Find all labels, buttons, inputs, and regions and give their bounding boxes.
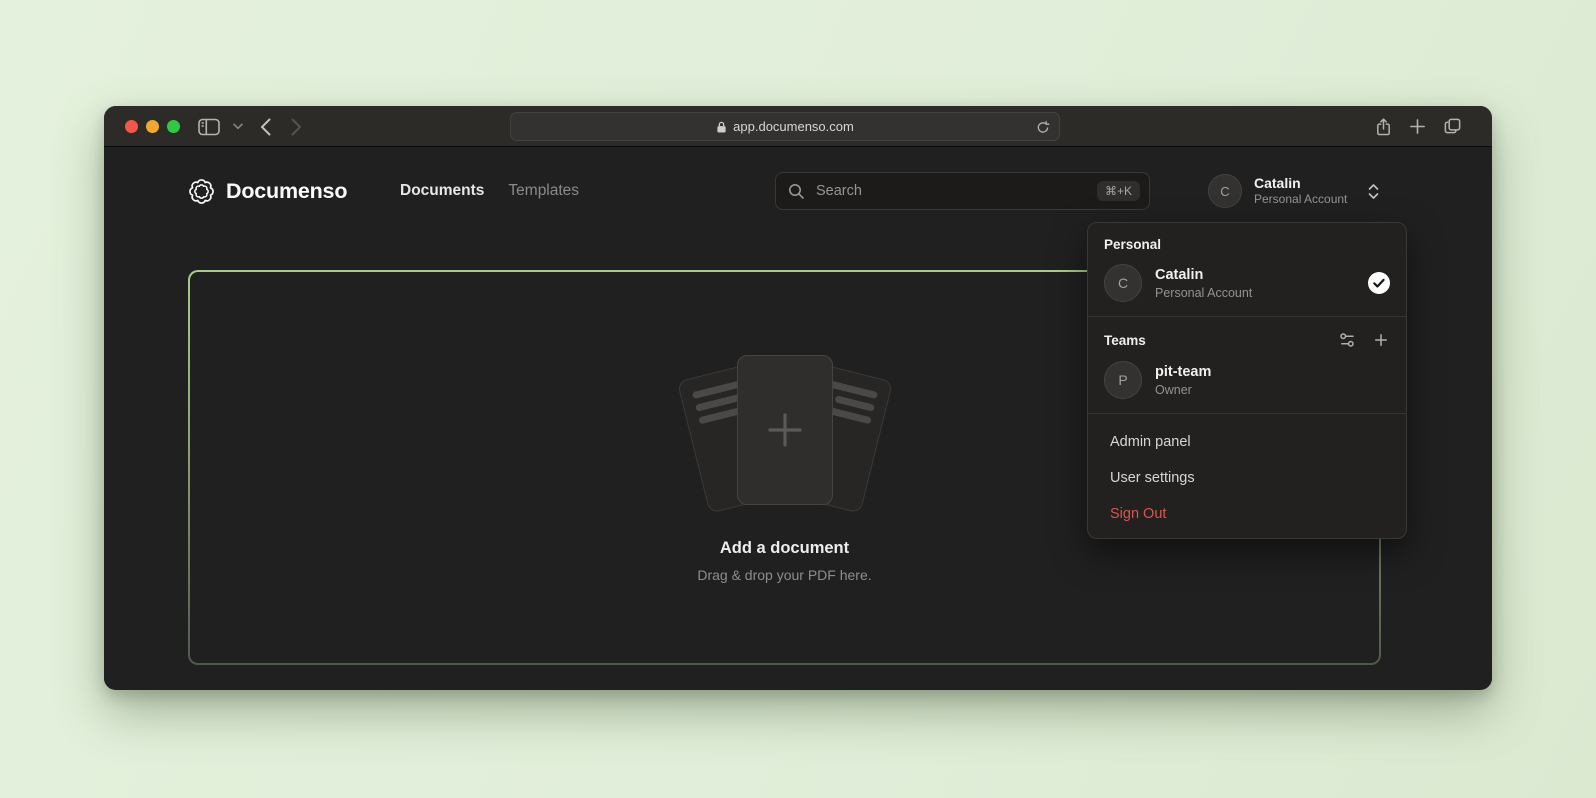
plus-icon xyxy=(762,407,808,453)
main-nav: Documents Templates xyxy=(400,147,579,235)
personal-account-name: Catalin xyxy=(1155,266,1252,284)
refresh-icon[interactable] xyxy=(1036,120,1050,135)
brand-name: Documenso xyxy=(226,179,347,204)
menu-item-user-settings[interactable]: User settings xyxy=(1088,460,1406,496)
documenso-logo-icon xyxy=(188,178,215,205)
team-role: Owner xyxy=(1155,382,1211,398)
tab-group-chevron-icon[interactable] xyxy=(233,123,243,130)
back-button-icon[interactable] xyxy=(260,118,271,136)
team-name: pit-team xyxy=(1155,363,1211,381)
dropzone-subtitle: Drag & drop your PDF here. xyxy=(697,567,871,583)
new-tab-icon[interactable] xyxy=(1409,118,1426,135)
share-icon[interactable] xyxy=(1375,117,1392,137)
lock-icon xyxy=(716,120,727,134)
document-cards-illustration xyxy=(660,353,910,515)
account-avatar: C xyxy=(1208,174,1242,208)
team-avatar: P xyxy=(1104,361,1142,399)
menu-item-admin-panel[interactable]: Admin panel xyxy=(1088,424,1406,460)
url-text: app.documenso.com xyxy=(733,119,854,134)
account-name: Catalin xyxy=(1254,175,1347,192)
search-icon xyxy=(788,183,805,200)
create-team-icon[interactable] xyxy=(1372,331,1390,349)
window-controls xyxy=(125,120,180,133)
brand-home-link[interactable]: Documenso xyxy=(188,147,347,235)
zoom-button[interactable] xyxy=(167,120,180,133)
tab-overview-icon[interactable] xyxy=(1443,117,1462,136)
close-button[interactable] xyxy=(125,120,138,133)
address-bar[interactable]: app.documenso.com xyxy=(510,112,1060,141)
browser-toolbar: app.documenso.com xyxy=(104,106,1492,147)
account-menu-trigger[interactable]: C Catalin Personal Account xyxy=(1208,171,1380,211)
personal-section-label: Personal xyxy=(1104,237,1390,252)
personal-account-avatar: C xyxy=(1104,264,1142,302)
forward-button-icon[interactable] xyxy=(291,118,302,136)
sidebar-toggle-icon[interactable] xyxy=(198,118,220,136)
documenso-page: Documenso Documents Templates ⌘+K C Cata… xyxy=(104,147,1492,689)
manage-teams-icon[interactable] xyxy=(1338,331,1356,349)
teams-section-label: Teams xyxy=(1104,333,1146,348)
personal-account-subtitle: Personal Account xyxy=(1155,285,1252,301)
browser-window: app.documenso.com xyxy=(104,106,1492,690)
personal-account-item[interactable]: C Catalin Personal Account xyxy=(1104,264,1390,302)
search-bar[interactable]: ⌘+K xyxy=(775,172,1150,210)
chevrons-up-down-icon xyxy=(1367,183,1380,200)
team-item[interactable]: P pit-team Owner xyxy=(1104,361,1390,399)
dropzone-title: Add a document xyxy=(720,539,849,558)
selected-check-icon xyxy=(1368,272,1390,294)
search-input[interactable] xyxy=(814,182,1097,200)
menu-item-sign-out[interactable]: Sign Out xyxy=(1088,496,1406,532)
account-subtitle: Personal Account xyxy=(1254,192,1347,207)
account-dropdown-menu: Personal C Catalin Personal Account xyxy=(1087,222,1407,539)
minimize-button[interactable] xyxy=(146,120,159,133)
search-shortcut-badge: ⌘+K xyxy=(1097,181,1140,201)
document-card-center xyxy=(737,355,833,505)
nav-templates[interactable]: Templates xyxy=(508,182,579,200)
nav-documents[interactable]: Documents xyxy=(400,182,484,200)
